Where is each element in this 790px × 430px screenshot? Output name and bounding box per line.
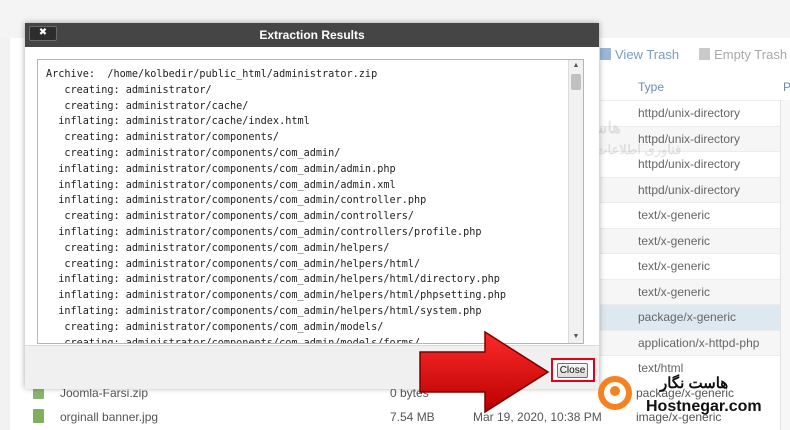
logo-english-text: Hostnegar.com	[646, 398, 762, 415]
logo-persian-text: هاست نگار	[660, 375, 729, 392]
annotation-arrow-icon	[419, 330, 550, 414]
brand-logo: هاست نگار Hostnegar.com	[598, 372, 790, 430]
